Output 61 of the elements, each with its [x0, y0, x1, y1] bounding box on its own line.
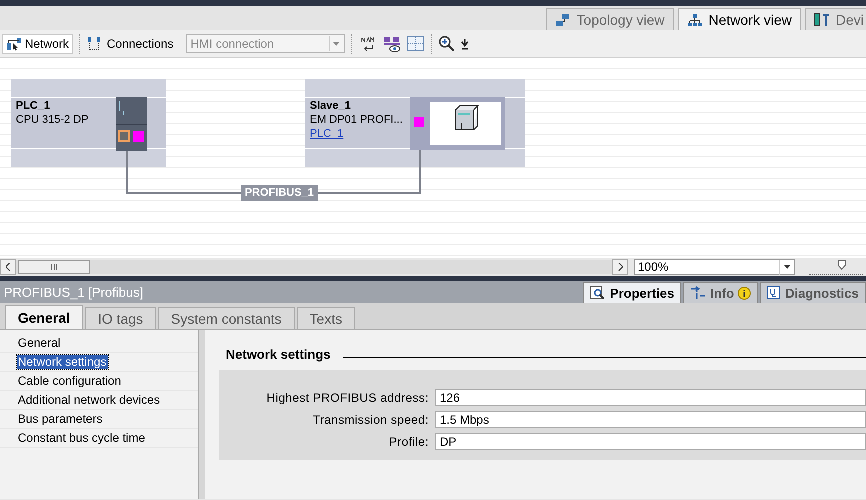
network-eye-icon[interactable] [382, 34, 401, 52]
section-title: Network settings [226, 346, 331, 362]
nav-item[interactable]: Additional network devices [0, 391, 198, 410]
dropdown-arrow-icon [333, 42, 340, 46]
field-label: Transmission speed: [312, 412, 429, 426]
slave-module-icon [410, 97, 505, 150]
device-box[interactable]: Slave_1 EM DP01 PROFI... PLC_1 [305, 97, 525, 149]
zoom-slider[interactable] [809, 260, 863, 274]
magnifier-icon [590, 286, 606, 300]
info-arrow-icon [690, 286, 706, 300]
nav-item[interactable]: Bus parameters [0, 410, 198, 429]
grip-icon [50, 264, 58, 270]
connections-icon [87, 36, 102, 52]
view-tab[interactable]: Devi [804, 8, 866, 30]
left-chevron-icon [6, 263, 10, 271]
download-arrow-icon[interactable] [460, 38, 469, 50]
master-link[interactable]: PLC_1 [310, 128, 520, 140]
right-chevron-icon [618, 263, 622, 271]
view-tab[interactable]: Network view [678, 8, 801, 30]
inspector-tab[interactable]: Diagnostics [760, 282, 866, 303]
network-tree-icon [686, 12, 703, 26]
device-box[interactable]: PLC_1 CPU 315-2 DP [11, 97, 166, 149]
scroll-thumb[interactable] [18, 260, 90, 274]
section-tab[interactable]: General [5, 305, 84, 329]
input-field[interactable]: DP [435, 433, 866, 450]
scroll-right-button[interactable] [612, 259, 628, 275]
connections-label: Connections [107, 36, 174, 50]
inspector-tab[interactable]: Info [683, 282, 758, 303]
device-name: Slave_1 [310, 100, 352, 112]
nav-item[interactable]: Cable configuration [0, 372, 198, 391]
field-label: Profile: [388, 434, 429, 448]
zoom-in-icon[interactable] [438, 36, 455, 52]
network-mode-button[interactable]: Network [2, 34, 74, 54]
device-type: EM DP01 PROFI... [310, 114, 404, 126]
inspector-title: PROFIBUS_1 [Profibus] [3, 284, 144, 300]
grid-table-icon[interactable] [406, 34, 425, 52]
input-field[interactable]: 1.5 Mbps [435, 411, 866, 428]
nav-item[interactable]: Network settings [0, 353, 198, 372]
stethoscope-icon [767, 286, 782, 300]
info-badge-icon [738, 286, 752, 300]
nav-item[interactable]: General [0, 334, 198, 353]
section-tab[interactable]: IO tags [85, 307, 156, 329]
scroll-left-button[interactable] [0, 259, 16, 275]
dropdown-arrow-icon [784, 265, 790, 269]
nav-item[interactable]: Constant bus cycle time [0, 429, 198, 448]
zoom-dropdown[interactable]: 100% [634, 259, 795, 275]
section-tab[interactable]: Texts [296, 307, 356, 329]
network-cursor-icon [6, 36, 22, 50]
device-type: CPU 315-2 DP [16, 114, 90, 126]
field-label: Highest PROFIBUS address: [266, 390, 429, 404]
device-tool-icon [814, 12, 830, 26]
name-enter-icon[interactable] [358, 34, 377, 52]
section-tab[interactable]: System constants [158, 307, 295, 329]
cpu-module-icon [116, 97, 147, 151]
topology-icon [554, 12, 571, 26]
view-tab[interactable]: Topology view [546, 8, 674, 30]
device-name: PLC_1 [16, 100, 52, 112]
inspector-tab[interactable]: Properties [583, 282, 682, 303]
slider-thumb[interactable] [838, 260, 846, 270]
vertical-scrollbar[interactable] [198, 330, 205, 499]
input-field[interactable]: 126 [435, 389, 866, 406]
